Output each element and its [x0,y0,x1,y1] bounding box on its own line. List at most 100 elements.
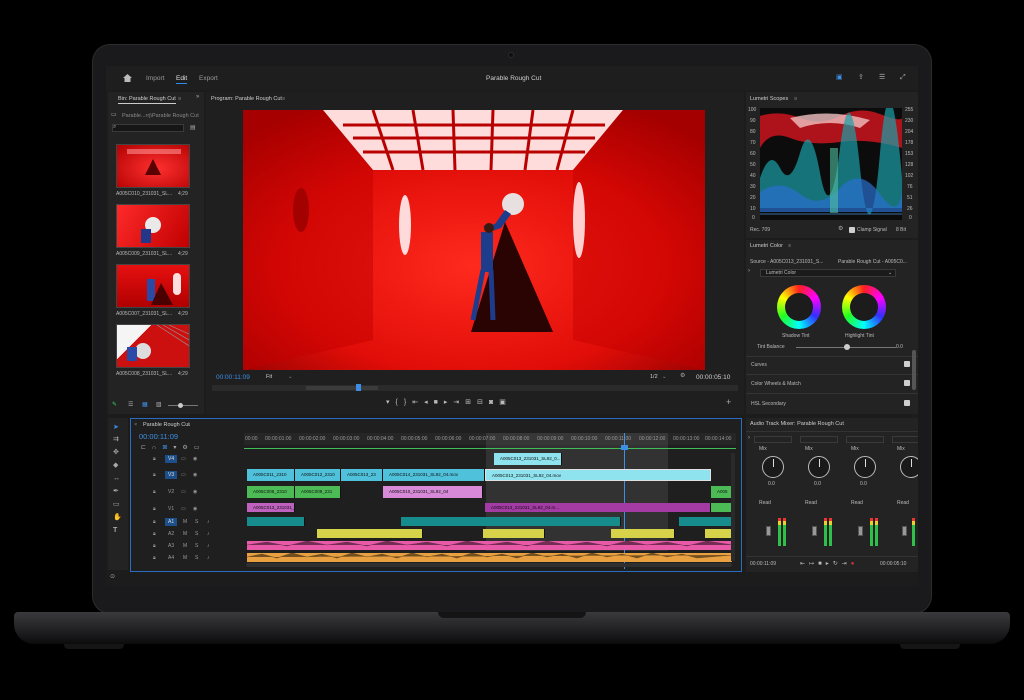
pan-value[interactable]: 0.0 [860,481,867,487]
magnet-icon[interactable]: ∩ [152,445,162,451]
track-lock-icon[interactable]: 🔒︎ [153,489,156,495]
eye-icon[interactable]: ◉ [193,506,197,512]
pan-knob[interactable] [762,456,784,478]
mute-button[interactable]: M [183,543,187,549]
timeline-clip-v1[interactable]: A005C013_231031_... [247,503,295,512]
sync-lock-icon[interactable]: ▭ [181,456,186,462]
chevron-down-icon[interactable]: ⌄ [888,270,892,276]
fullscreen-icon[interactable]: ⤢ [900,74,906,81]
program-time-ruler[interactable] [212,385,738,391]
bit-depth-select[interactable]: 8 Bit [896,227,906,233]
timeline-playhead-handle[interactable] [621,445,628,450]
pencil-icon[interactable]: ✎ [112,402,117,408]
track-label-a4[interactable]: A4 [165,554,177,562]
share-icon[interactable]: ⇪ [858,74,864,81]
channel-mode[interactable]: Mix [759,446,767,452]
channel-input-select[interactable] [754,436,792,443]
bin-menu-icon[interactable]: ≡ [178,96,181,102]
shadow-tint-wheel[interactable] [777,285,821,329]
lift-icon[interactable]: ⊞ [465,399,477,406]
channel-input-select[interactable] [892,436,918,443]
track-lock-icon[interactable]: 🔒︎ [153,543,156,549]
home-icon[interactable] [123,74,132,82]
track-label-v2[interactable]: V2 [165,488,177,496]
bin-title[interactable]: Bin: Parable Rough Cut [118,96,176,104]
timeline-clip-v3-selected[interactable]: A005C013_231031_SL92_04.mov [485,469,711,481]
type-tool-icon[interactable]: T [113,527,117,534]
hsl-secondary-checkbox[interactable] [904,400,910,406]
compare-icon[interactable]: ▣ [499,399,512,406]
wrench-icon[interactable]: ⚙ [838,226,843,232]
channel-mode[interactable]: Mix [851,446,859,452]
curves-section[interactable]: Curves [751,362,767,368]
pan-value[interactable]: 0.0 [768,481,775,487]
timeline-clip-v2[interactable]: A005C008_2310 [247,486,295,498]
timeline-clip-v4[interactable]: A005C013_231031_SL92_0... [494,453,562,465]
list-view-icon[interactable]: ☰ [128,402,133,408]
timeline-clip-v3[interactable]: A005C012_2310 [295,469,341,481]
ripple-edit-icon[interactable]: ✥ [113,449,119,456]
timeline-clip-v3[interactable]: A005C011_2310 [247,469,295,481]
microphone-icon[interactable]: ♪ [207,519,210,525]
bin-clip-thumbnail[interactable] [116,324,190,368]
captions-icon[interactable]: ▭ [194,445,206,451]
extract-icon[interactable]: ⊟ [477,399,489,406]
channel-input-select[interactable] [846,436,884,443]
solo-button[interactable]: S [195,543,198,549]
track-label-v3[interactable]: V3 [165,471,178,479]
track-lock-icon[interactable]: 🔒︎ [153,531,156,537]
go-to-out-icon[interactable]: ⇥ [453,399,465,406]
nav-edit[interactable]: Edit [176,75,188,84]
pan-knob[interactable] [854,456,876,478]
microphone-icon[interactable]: ♪ [207,543,210,549]
sync-lock-icon[interactable]: ▭ [181,506,186,512]
chevron-down-icon[interactable]: ⌄ [288,374,293,380]
chevron-down-icon[interactable]: ⌄ [662,374,667,380]
timeline-clip-v1[interactable] [711,503,733,512]
solo-button[interactable]: S [195,531,198,537]
work-area-bar[interactable] [306,386,378,390]
add-button-icon[interactable]: + [726,398,731,407]
volume-fader[interactable] [902,526,907,536]
pan-knob[interactable] [808,456,830,478]
wrench-icon[interactable]: ⚙ [680,373,685,379]
bin-clip-thumbnail[interactable] [116,264,190,308]
lumetri-menu-icon[interactable]: ≡ [788,243,791,249]
track-lock-icon[interactable]: 🔒︎ [153,519,156,525]
nav-export[interactable]: Export [199,75,218,82]
selection-tool-icon[interactable]: ➤ [113,424,119,431]
mark-out-icon[interactable]: } [404,399,412,406]
go-to-out-icon[interactable]: ⇥ [842,561,851,567]
automation-mode[interactable]: Read [851,500,863,506]
color-wheels-checkbox[interactable] [904,380,910,386]
step-back-icon[interactable]: ◂ [424,399,434,406]
timeline-clip-v3[interactable]: A005C014_231031_SL92_04.mov [383,469,485,481]
highlight-tint-wheel[interactable] [842,285,886,329]
pan-knob[interactable] [900,456,918,478]
add-marker-icon[interactable]: ▾ [386,399,396,406]
chevron-right-icon[interactable]: › [748,268,750,274]
mark-in-icon[interactable]: { [396,399,404,406]
sync-lock-icon[interactable]: ▭ [181,472,186,478]
track-label-a1[interactable]: A1 [165,518,178,526]
camera-icon[interactable]: ◙ [489,399,499,406]
color-wheels-section[interactable]: Color Wheels & Match [751,381,801,387]
timeline-vertical-scrollbar[interactable] [731,453,735,561]
new-bin-icon[interactable]: ▤ [190,125,196,131]
track-label-a3[interactable]: A3 [165,542,177,550]
expand-panel-icon[interactable]: » [196,94,199,100]
automation-mode[interactable]: Read [805,500,817,506]
solo-button[interactable]: S [195,555,198,561]
eye-icon[interactable]: ◉ [193,456,197,462]
close-icon[interactable]: × [134,422,137,428]
stop-icon[interactable]: ■ [434,399,444,406]
wrench-icon[interactable]: ⚙ [182,445,193,451]
scopes-menu-icon[interactable]: ≡ [794,96,797,102]
hsl-secondary-section[interactable]: HSL Secondary [751,401,786,407]
tint-balance-handle[interactable] [844,344,850,350]
lumetri-target[interactable]: Parable Rough Cut - A005C0... [838,259,907,265]
track-lock-icon[interactable]: 🔒︎ [153,555,156,561]
channel-mode[interactable]: Mix [805,446,813,452]
volume-fader[interactable] [766,526,771,536]
stop-icon[interactable]: ■ [818,561,826,567]
